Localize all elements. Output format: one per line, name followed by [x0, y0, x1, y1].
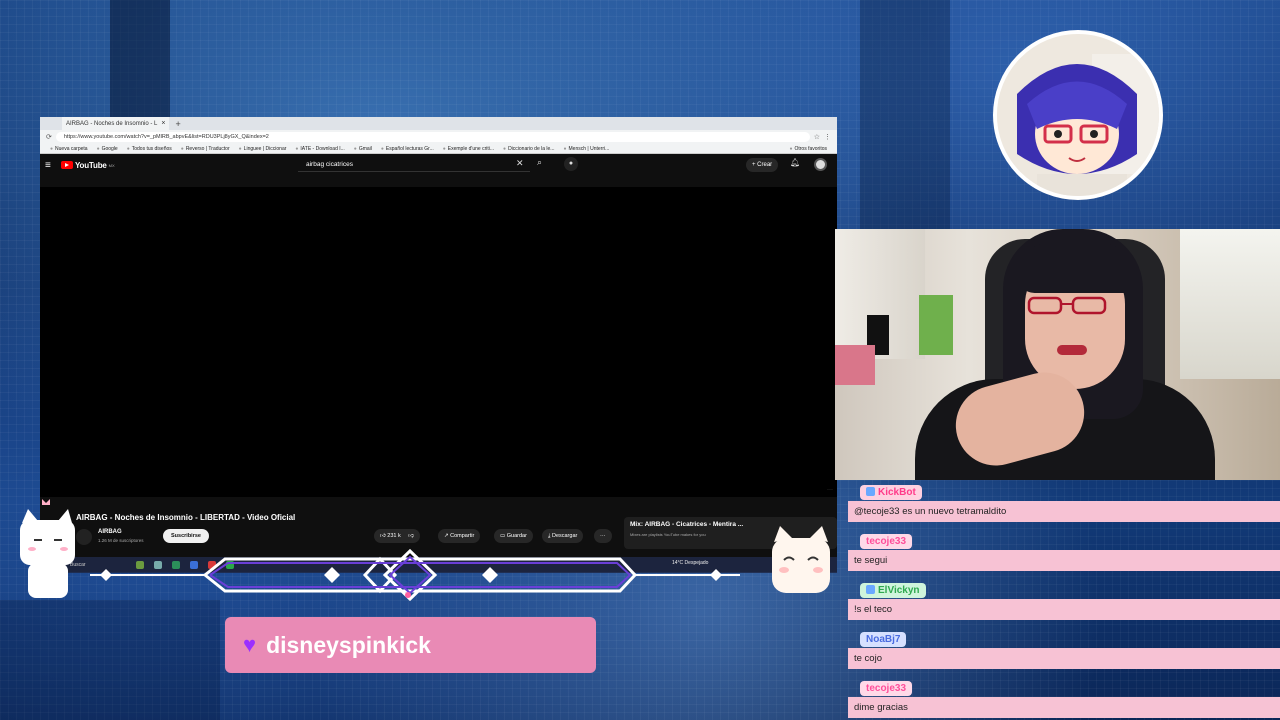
anime-avatar-illustration	[997, 34, 1159, 196]
bookmark-item[interactable]: Linguee | Diccionar	[239, 146, 287, 152]
chat-badge-icon	[866, 585, 875, 594]
save-label: Guardar	[506, 533, 527, 539]
tab-title: AIRBAG - Noches de Insomnio - L	[66, 120, 158, 127]
thumbs-up-icon: 👍︎	[380, 533, 386, 539]
video-title: AIRBAG - Noches de Insomnio - LIBERTAD -…	[76, 513, 296, 522]
chat-username-text: KickBot	[878, 487, 916, 498]
channel-name[interactable]: AIRBAG	[98, 529, 122, 535]
browser-window: AIRBAG - Noches de Insomnio - L × + ⟳ ht…	[40, 117, 837, 572]
close-tab-icon[interactable]: ×	[161, 120, 165, 127]
address-bar: ⟳ https://www.youtube.com/watch?v=_pMlRB…	[40, 130, 837, 144]
webcam-person-bangs	[1017, 243, 1133, 293]
bell-icon[interactable]: 🔔︎	[790, 158, 800, 167]
thumbs-down-icon[interactable]: 👎︎	[408, 533, 414, 539]
create-label: Crear	[757, 162, 773, 168]
youtube-region: MX	[108, 162, 115, 168]
bookmark-item[interactable]: Nueva carpeta	[50, 146, 88, 152]
subscriber-count: 1.26 M de suscriptores	[98, 538, 144, 543]
bookmark-icon: ▭	[500, 533, 506, 539]
chat-message: tecoje33 dime gracias	[845, 678, 1280, 720]
chat-username-text: ElVickyn	[878, 585, 920, 596]
webcam-glasses	[1027, 296, 1107, 315]
chat-message-text: @tecoje33 es un nuevo tetramaldito	[848, 501, 1280, 522]
download-label: Descargar	[551, 533, 578, 539]
follower-alert: ♥ disneyspinkick	[225, 617, 596, 673]
star-icon[interactable]: ☆	[814, 133, 820, 141]
chat-username: KickBot	[860, 485, 922, 500]
bookmark-item[interactable]: Google	[97, 146, 118, 152]
more-actions-button[interactable]: ···	[594, 529, 612, 543]
chat-username-text: tecoje33	[866, 683, 907, 694]
other-bookmarks[interactable]: Otros favoritos	[789, 146, 827, 152]
chat-message-text: !s el teco	[848, 599, 1280, 620]
bookmark-item[interactable]: Exemple d'une criti...	[443, 146, 494, 152]
extensions-icon[interactable]: ⋮	[824, 133, 831, 141]
search-icon[interactable]: ⌕	[537, 157, 542, 168]
chat-username: tecoje33	[860, 534, 913, 549]
webcam-feed	[835, 229, 1280, 480]
webcam-person-lips	[1057, 345, 1087, 355]
video-player[interactable]: ···	[40, 187, 837, 497]
tab-strip: AIRBAG - Noches de Insomnio - L × +	[40, 117, 837, 130]
clear-search-icon[interactable]: ✕	[516, 158, 524, 169]
chat-username: tecoje33	[860, 681, 913, 696]
share-icon: ↗	[444, 533, 449, 539]
share-label: Compartir	[450, 533, 475, 539]
hamburger-menu-icon[interactable]: ≡	[45, 160, 57, 171]
webcam-pink-box	[835, 345, 875, 385]
download-icon: ⤓	[548, 533, 551, 539]
url-field[interactable]: https://www.youtube.com/watch?v=_pMlRB_a…	[55, 132, 810, 142]
follower-name: disneyspinkick	[266, 631, 431, 658]
background-tree	[0, 600, 220, 720]
bookmark-item[interactable]: Reverso | Traductor	[181, 146, 230, 152]
chat-username: ElVickyn	[860, 583, 926, 598]
chat-badge-icon	[866, 487, 875, 496]
chat-message: tecoje33 te segui	[845, 531, 1280, 580]
background-tree	[110, 0, 170, 120]
browser-tab[interactable]: AIRBAG - Noches de Insomnio - L ×	[62, 117, 170, 130]
like-button[interactable]: 👍︎ 231 k 👎︎	[374, 529, 420, 543]
webcam-creeper-figure	[919, 295, 953, 355]
heart-icon: ♥	[243, 632, 257, 657]
white-cat-mascot-right	[772, 526, 830, 593]
diamond-decoration	[90, 548, 740, 602]
white-cat-mascot-left	[20, 499, 75, 598]
webcam-background-window	[1180, 229, 1280, 379]
like-count: 231 k	[387, 533, 401, 539]
chat-username-text: NoaBj7	[866, 634, 901, 645]
new-tab-icon[interactable]: +	[175, 119, 180, 129]
stream-chat: KickBot @tecoje33 es un nuevo tetramaldi…	[845, 482, 1280, 720]
reload-icon[interactable]: ⟳	[46, 133, 52, 141]
create-button[interactable]: + Crear	[746, 158, 779, 172]
bookmark-item[interactable]: Mensch | Unterri...	[563, 146, 610, 152]
background-tree	[860, 0, 950, 230]
bookmark-item[interactable]: Gmail	[354, 146, 372, 152]
chat-message: ElVickyn !s el teco	[845, 580, 1280, 629]
streamer-avatar-badge	[993, 30, 1163, 200]
account-avatar[interactable]	[814, 158, 827, 171]
bookmark-item[interactable]: Español lecturas Gr...	[381, 146, 434, 152]
youtube-logo[interactable]: YouTube MX	[61, 161, 115, 170]
save-button[interactable]: ▭ Guardar	[494, 529, 533, 543]
chat-message: KickBot @tecoje33 es un nuevo tetramaldi…	[845, 482, 1280, 531]
bookmark-item[interactable]: Diccionario de la le...	[503, 146, 554, 152]
subscribe-button[interactable]: Suscribirse	[163, 529, 209, 543]
bookmark-item[interactable]: Todos tus diseños	[127, 146, 172, 152]
search-input[interactable]: airbag cicatrices	[298, 158, 530, 172]
chat-message-text: te segui	[848, 550, 1280, 571]
chat-message: NoaBj7 te cojo	[845, 629, 1280, 678]
chat-username: NoaBj7	[860, 632, 907, 647]
share-button[interactable]: ↗ Compartir	[438, 529, 481, 543]
chat-username-text: tecoje33	[866, 536, 907, 547]
bookmarks-bar: Nueva carpeta Google Todos tus diseños R…	[40, 144, 837, 154]
chat-message-text: te cojo	[848, 648, 1280, 669]
microphone-icon[interactable]: ●	[564, 157, 578, 171]
download-button[interactable]: ⤓ Descargar	[542, 529, 584, 543]
youtube-logo-text: YouTube	[75, 160, 107, 170]
chat-message-text: dime gracias	[848, 697, 1280, 718]
youtube-play-icon	[61, 161, 73, 169]
player-controls-hint: ···	[827, 487, 833, 493]
youtube-header: ≡ YouTube MX airbag cicatrices ✕ ⌕ ● + C…	[40, 154, 837, 176]
bookmark-item[interactable]: IATE - Download I...	[295, 146, 344, 152]
